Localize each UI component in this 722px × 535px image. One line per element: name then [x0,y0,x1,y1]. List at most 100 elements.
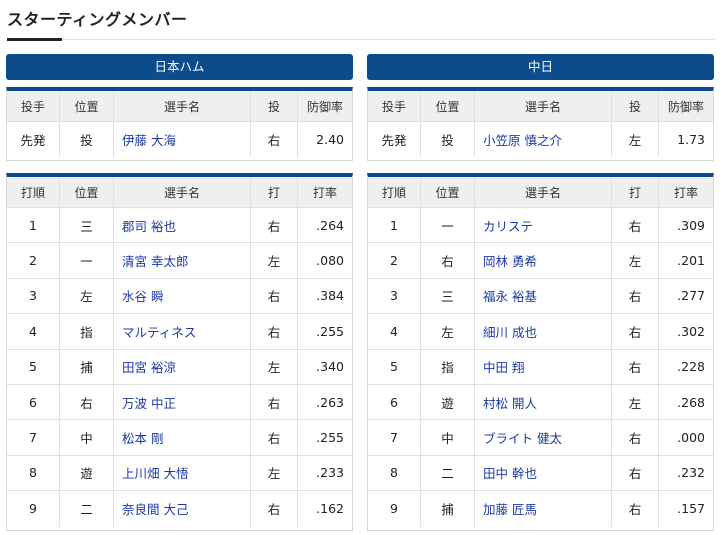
batter-name-link[interactable]: 万波 中正 [114,384,251,420]
title-accent-bar [7,38,62,41]
batting-average: .264 [316,217,344,233]
team-column-0: 日本ハム 投手 位置 選手名投防御率 先発投伊藤 大海右 2.40 打順 位置 選手名打打率 1 三… [6,54,353,531]
batting-order: 9 [368,491,421,527]
column-header: 投手 [368,91,421,121]
batter-name-link[interactable]: 松本 剛 [114,420,251,455]
column-header: 打率 [312,185,337,200]
table-row: 6 右万波 中正右 .263 [7,384,352,421]
team-name-bar: 中日 [367,54,714,80]
table-row: 先発投伊藤 大海右 2.40 [7,122,352,157]
pitcher-name-link[interactable]: 伊藤 大海 [114,122,251,157]
batter-bats: 右 [612,349,659,384]
table-row: 7 中松本 剛右 .255 [7,420,352,456]
batter-name-link[interactable]: 田宮 裕涼 [114,349,251,384]
batter-position: 遊 [60,455,114,491]
batter-position: 二 [421,455,475,491]
batting-average: .162 [316,501,344,517]
column-header: 投 [251,91,298,121]
table-row: 8 二田中 幹也右 .232 [368,455,713,492]
batting-order: 3 [368,278,421,314]
column-header: 打順 [7,177,60,207]
batting-average: .384 [316,288,344,304]
pitcher-name-link[interactable]: 小笠原 慎之介 [475,122,612,157]
batting-average: .157 [677,501,705,517]
batter-position: 指 [421,349,475,384]
batter-name-link[interactable]: 加藤 匠馬 [475,491,612,527]
batter-name-link[interactable]: ブライト 健太 [475,420,612,455]
batter-name-link[interactable]: 村松 開人 [475,384,612,420]
batter-name-link[interactable]: 水谷 瞬 [114,278,251,314]
batter-position: 中 [421,420,475,455]
batter-position: 三 [60,208,114,243]
column-header: 投 [612,91,659,121]
column-header: 打順 [368,177,421,207]
column-header: 防御率 [667,99,704,114]
table-header-row: 投手 位置 選手名投防御率 [7,91,352,122]
batting-order: 3 [7,278,60,314]
column-header: 選手名 [475,177,612,207]
table-row: 先発投小笠原 慎之介左 1.73 [368,122,713,157]
table-header-row: 投手 位置 選手名投防御率 [368,91,713,122]
batter-name-link[interactable]: 清宮 幸太郎 [114,243,251,278]
batter-bats: 右 [612,420,659,455]
batter-bats: 左 [612,384,659,420]
column-header: 位置 [60,91,114,121]
batter-position: 中 [60,420,114,455]
batting-order: 6 [7,384,60,420]
batter-bats: 右 [612,455,659,491]
batting-average: .309 [677,217,705,233]
column-header: 位置 [421,177,475,207]
batter-position: 捕 [421,491,475,527]
pitcher-role: 先発 [368,122,421,157]
batter-position: 右 [421,243,475,278]
batter-name-link[interactable]: 郡司 裕也 [114,208,251,243]
batter-name-link[interactable]: 奈良間 大己 [114,491,251,527]
column-header: 打 [612,177,659,207]
table-row: 1 三郡司 裕也右 .264 [7,208,352,244]
batting-average: .302 [677,323,705,339]
batter-bats: 右 [251,208,298,243]
batting-order: 5 [368,349,421,384]
batter-position: 捕 [60,349,114,384]
batting-average: .255 [316,430,344,446]
table-row: 5 指中田 翔右 .228 [368,349,713,385]
batter-bats: 右 [612,491,659,527]
batting-order: 7 [7,420,60,455]
pitcher-position: 投 [60,122,114,157]
batting-order: 9 [7,491,60,527]
batter-name-link[interactable]: 岡林 勇希 [475,243,612,278]
batter-name-link[interactable]: 田中 幹也 [475,455,612,491]
batter-name-link[interactable]: カリステ [475,208,612,243]
batter-name-link[interactable]: 細川 成也 [475,314,612,349]
batter-name-link[interactable]: マルティネス [114,314,251,349]
batting-average: .201 [677,253,705,269]
batter-bats: 右 [612,314,659,349]
pitcher-position: 投 [421,122,475,157]
column-header: 打率 [673,185,698,200]
pitcher-role: 先発 [7,122,60,157]
batting-average: .228 [677,359,705,375]
table-row: 9 捕加藤 匠馬右 .157 [368,491,713,527]
column-header: 位置 [421,91,475,121]
batting-order: 4 [7,314,60,349]
team-column-1: 中日 投手 位置 選手名投防御率 先発投小笠原 慎之介左 1.73 打順 位置 選手名打打率 1 一… [367,54,714,531]
table-row: 9 二奈良間 大己右 .162 [7,491,352,527]
batting-order: 8 [7,455,60,491]
batter-bats: 左 [251,349,298,384]
batter-bats: 左 [251,243,298,278]
table-row: 2 右岡林 勇希左 .201 [368,243,713,279]
table-row: 8 遊上川畑 大悟左 .233 [7,455,352,492]
column-header: 打 [251,177,298,207]
batting-order: 1 [7,208,60,243]
starting-pitcher-table: 投手 位置 選手名投防御率 先発投伊藤 大海右 2.40 [6,87,353,161]
column-header: 位置 [60,177,114,207]
batter-bats: 右 [612,278,659,314]
batting-average: .263 [316,394,344,410]
batter-name-link[interactable]: 福永 裕基 [475,278,612,314]
table-row: 7 中ブライト 健太右 .000 [368,420,713,456]
batter-name-link[interactable]: 中田 翔 [475,349,612,384]
batter-position: 遊 [421,384,475,420]
pitcher-throws: 右 [251,122,298,157]
batter-name-link[interactable]: 上川畑 大悟 [114,455,251,491]
batter-bats: 右 [251,420,298,455]
